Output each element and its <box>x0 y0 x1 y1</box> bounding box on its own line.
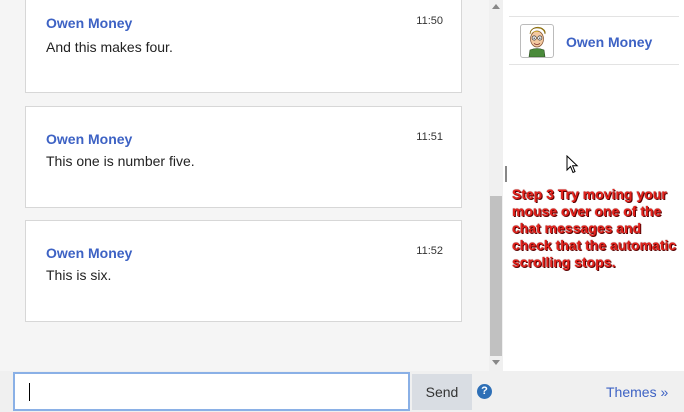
chat-message[interactable]: Owen Money 11:52 This is six. <box>25 220 462 322</box>
scrollbar-thumb[interactable] <box>490 196 502 356</box>
chat-message-list[interactable]: Owen Money 11:50 And this makes four. Ow… <box>0 0 489 371</box>
user-list-item[interactable]: Owen Money <box>509 17 679 65</box>
message-text: This one is number five. <box>46 153 195 169</box>
themes-link[interactable]: Themes » <box>606 384 668 400</box>
text-caret <box>29 383 30 401</box>
message-author[interactable]: Owen Money <box>46 131 132 147</box>
cartoon-avatar-icon <box>528 26 546 57</box>
user-name[interactable]: Owen Money <box>566 34 652 50</box>
chat-message[interactable]: Owen Money 11:50 And this makes four. <box>25 0 462 93</box>
chat-message[interactable]: Owen Money 11:51 This one is number five… <box>25 106 462 208</box>
composer-bar: Send ? Themes » <box>0 371 684 412</box>
message-time: 11:52 <box>416 245 443 257</box>
send-button[interactable]: Send <box>412 374 472 410</box>
message-author[interactable]: Owen Money <box>46 15 132 31</box>
scroll-down-arrow-icon[interactable] <box>492 360 500 365</box>
message-time: 11:50 <box>416 15 443 27</box>
message-text: And this makes four. <box>46 39 173 55</box>
mouse-pointer-icon <box>566 155 579 174</box>
message-text: This is six. <box>46 267 112 283</box>
message-input[interactable] <box>13 372 410 411</box>
chat-scrollbar[interactable] <box>489 0 503 371</box>
help-icon[interactable]: ? <box>477 384 492 399</box>
avatar <box>520 24 554 58</box>
panel-splitter-handle[interactable] <box>505 166 507 182</box>
message-time: 11:51 <box>416 131 443 143</box>
tutorial-annotation: Step 3 Try moving your mouse over one of… <box>512 186 677 270</box>
message-author[interactable]: Owen Money <box>46 245 132 261</box>
scroll-up-arrow-icon[interactable] <box>492 4 500 9</box>
chat-app: Owen Money 11:50 And this makes four. Ow… <box>0 0 684 412</box>
